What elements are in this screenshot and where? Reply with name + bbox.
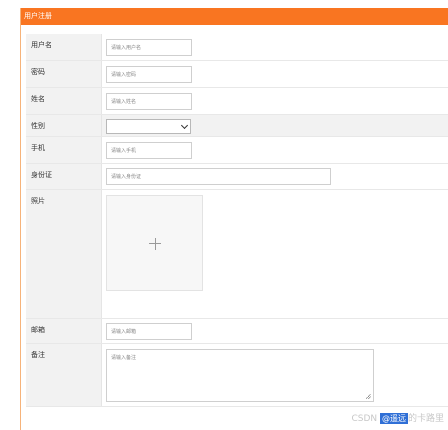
resize-grip-icon[interactable] xyxy=(366,394,371,399)
watermark-suffix: 的卡路里 xyxy=(407,414,444,424)
note-placeholder: 请输入备注 xyxy=(111,355,137,361)
username-input[interactable]: 请输入用户名 xyxy=(106,39,192,56)
form-row-id-card: 身份证 请输入身份证 xyxy=(26,164,448,190)
note-textarea[interactable]: 请输入备注 xyxy=(106,349,374,402)
watermark-prefix: CSDN xyxy=(351,414,380,424)
email-label: 邮箱 xyxy=(26,319,101,343)
registration-panel: 用户注册 用户名 请输入用户名 密码 请输入密码 姓名 请输入姓名 性别 手机 … xyxy=(20,8,448,430)
photo-label: 照片 xyxy=(26,190,101,318)
watermark: CSDN @遥远 的卡路里 xyxy=(351,411,444,424)
gender-label: 性别 xyxy=(26,115,101,136)
name-label: 姓名 xyxy=(26,88,101,114)
form-row-gender: 性别 xyxy=(26,115,448,137)
phone-input[interactable]: 请输入手机 xyxy=(106,142,192,159)
watermark-badge: @遥远 xyxy=(379,413,408,424)
registration-form: 用户名 请输入用户名 密码 请输入密码 姓名 请输入姓名 性别 手机 请输入手机… xyxy=(26,34,448,407)
email-input[interactable]: 请输入邮箱 xyxy=(106,323,192,340)
id-card-input[interactable]: 请输入身份证 xyxy=(106,168,331,185)
form-row-password: 密码 请输入密码 xyxy=(26,61,448,88)
photo-upload-box[interactable] xyxy=(106,195,203,291)
id-card-label: 身份证 xyxy=(26,164,101,189)
form-row-email: 邮箱 请输入邮箱 xyxy=(26,319,448,344)
form-row-note: 备注 请输入备注 xyxy=(26,344,448,407)
phone-label: 手机 xyxy=(26,137,101,163)
note-label: 备注 xyxy=(26,344,101,406)
panel-title: 用户注册 xyxy=(21,8,448,25)
password-input[interactable]: 请输入密码 xyxy=(106,66,192,83)
username-label: 用户名 xyxy=(26,34,101,60)
form-row-username: 用户名 请输入用户名 xyxy=(26,34,448,61)
name-input[interactable]: 请输入姓名 xyxy=(106,93,192,110)
form-row-phone: 手机 请输入手机 xyxy=(26,137,448,164)
form-row-photo: 照片 xyxy=(26,190,448,319)
password-label: 密码 xyxy=(26,61,101,87)
gender-select[interactable] xyxy=(106,119,191,134)
form-row-name: 姓名 请输入姓名 xyxy=(26,88,448,115)
chevron-down-icon xyxy=(180,121,189,130)
